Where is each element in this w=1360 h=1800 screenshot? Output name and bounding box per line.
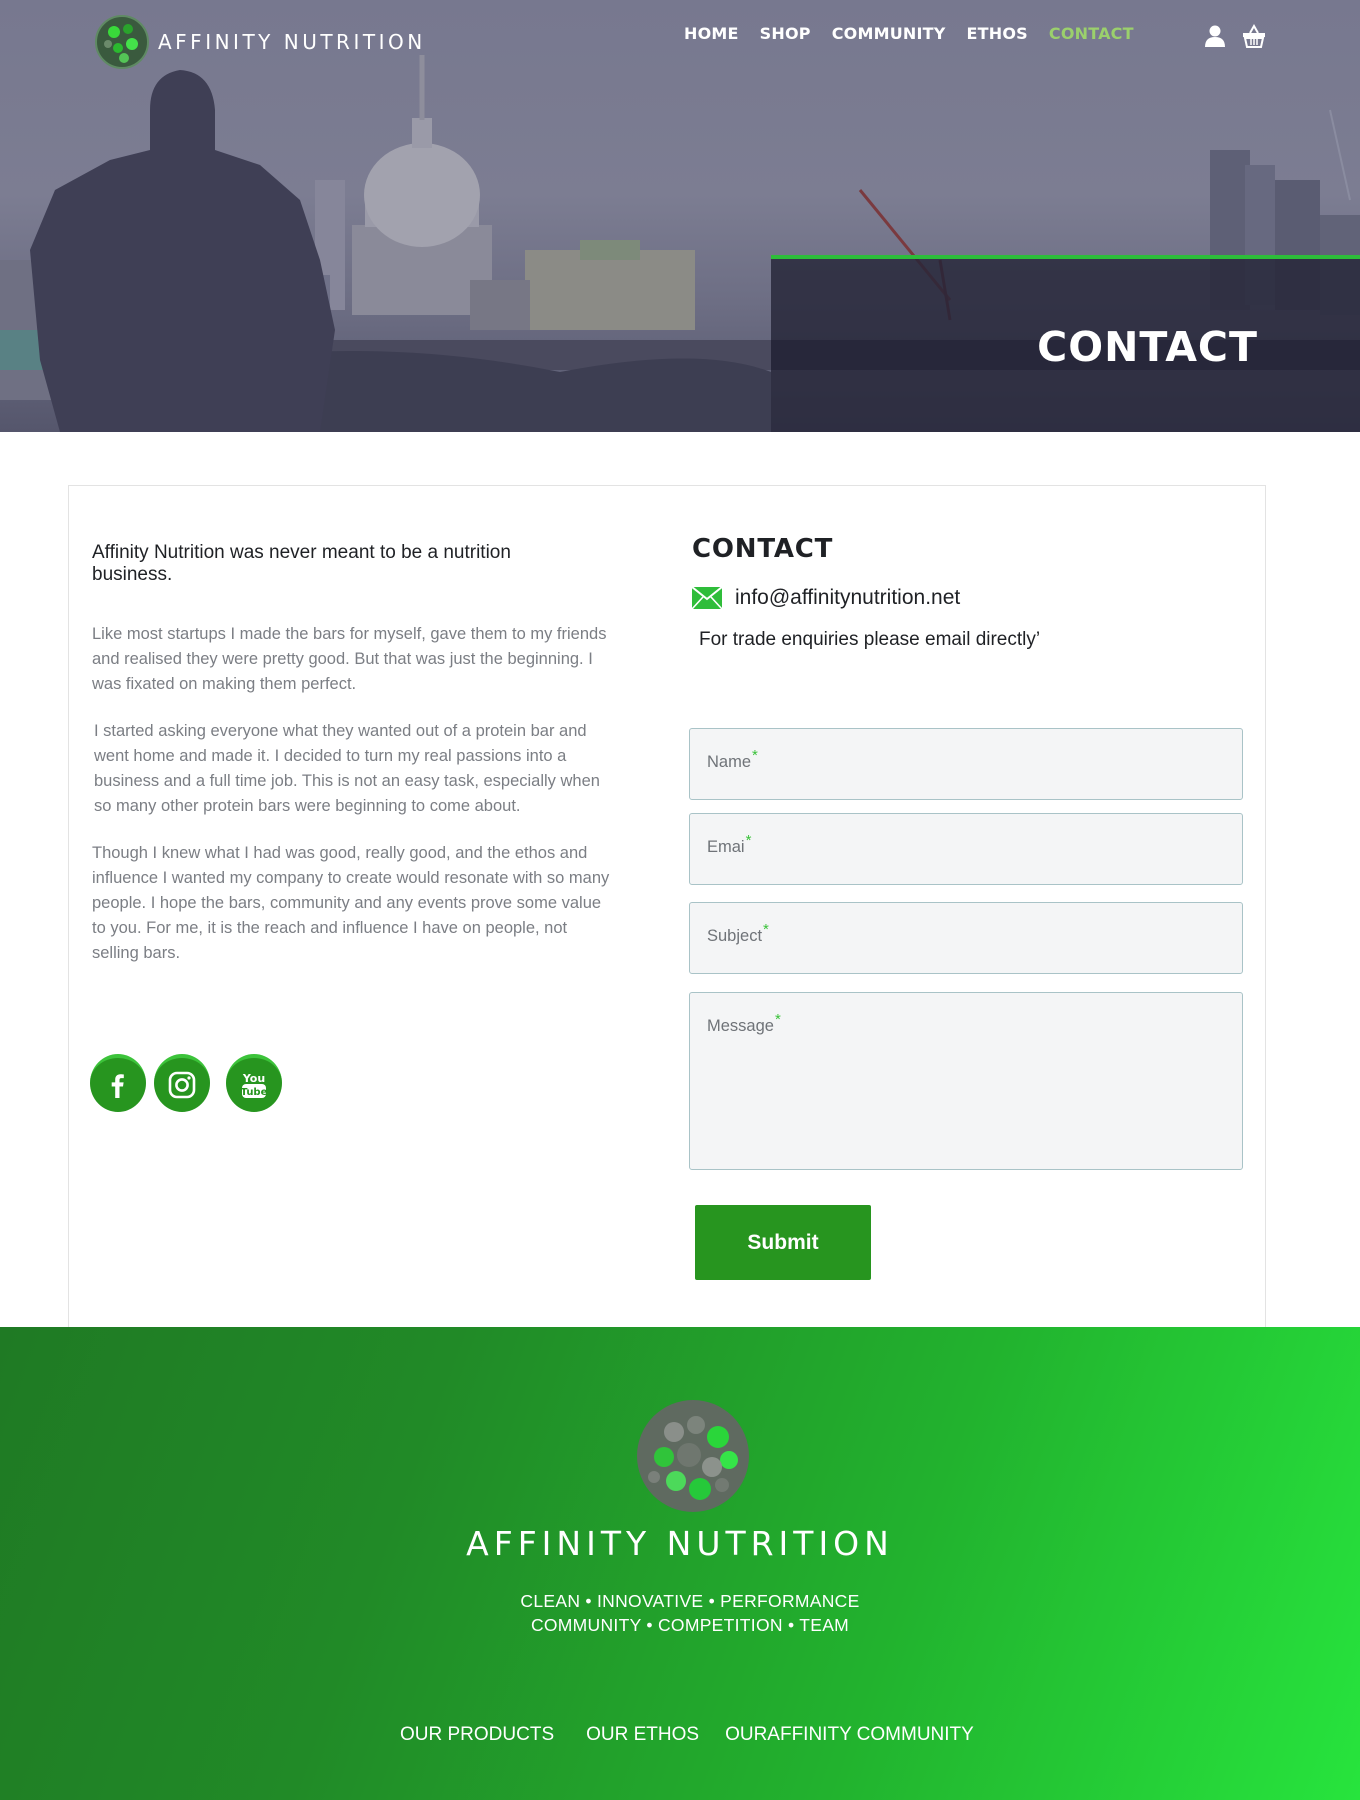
about-paragraph: I started asking everyone what they want…: [94, 722, 600, 815]
envelope-icon: [692, 587, 722, 609]
social-links: You Tube: [90, 1054, 290, 1112]
email-row[interactable]: info@affinitynutrition.net: [692, 586, 1249, 610]
instagram-button[interactable]: [154, 1054, 210, 1112]
footer-links: OUR PRODUCTS OUR ETHOS OURAFFINITY COMMU…: [400, 1724, 974, 1746]
footer-link-ethos[interactable]: OUR ETHOS: [586, 1724, 699, 1746]
svg-text:You: You: [242, 1072, 265, 1085]
about-intro: Affinity Nutrition was never meant to be…: [92, 542, 511, 585]
required-mark: *: [752, 747, 758, 764]
footer-tagline: COMMUNITY • COMPETITION • TEAM: [530, 1615, 850, 1635]
youtube-button[interactable]: You Tube: [226, 1054, 282, 1112]
message-field[interactable]: Message*: [689, 992, 1243, 1170]
brand-sphere-icon: [95, 15, 149, 69]
hero-banner: AFFINITY NUTRITION HOME SHOP COMMUNITY E…: [0, 0, 1360, 432]
contact-email[interactable]: info@affinitynutrition.net: [735, 586, 960, 610]
footer-link-products[interactable]: OUR PRODUCTS: [400, 1724, 554, 1746]
youtube-icon: You Tube: [241, 1072, 268, 1098]
basket-icon[interactable]: [1242, 24, 1266, 48]
footer-tagline: CLEAN • INNOVATIVE • PERFORMANCE: [520, 1591, 860, 1611]
required-mark: *: [763, 921, 769, 938]
required-mark: *: [745, 832, 752, 849]
name-field[interactable]: Name*: [689, 728, 1243, 800]
nav-community[interactable]: COMMUNITY: [832, 24, 946, 43]
name-placeholder: Name*: [707, 747, 758, 771]
brand-logo[interactable]: AFFINITY NUTRITION: [94, 14, 426, 70]
message-placeholder: Message*: [707, 1011, 781, 1035]
footer-brand-name: AFFINITY NUTRITION: [466, 1524, 894, 1563]
nav-contact[interactable]: CONTACT: [1049, 24, 1134, 43]
subject-field[interactable]: Subject*: [689, 902, 1243, 974]
user-icon[interactable]: [1203, 24, 1227, 48]
nav-home[interactable]: HOME: [684, 24, 739, 43]
site-footer: AFFINITY NUTRITION CLEAN • INNOVATIVE • …: [0, 1327, 1360, 1800]
submit-button[interactable]: Submit: [695, 1205, 871, 1280]
email-field[interactable]: Emai*: [689, 813, 1243, 885]
brand-name: AFFINITY NUTRITION: [158, 30, 426, 54]
hero-title-panel: CONTACT: [771, 255, 1360, 432]
subject-placeholder: Subject*: [707, 921, 769, 945]
top-navigation: AFFINITY NUTRITION HOME SHOP COMMUNITY E…: [0, 0, 1360, 74]
email-placeholder: Emai*: [707, 832, 752, 856]
footer-link-community[interactable]: OURAFFINITY COMMUNITY: [725, 1724, 974, 1746]
svg-text:Tube: Tube: [241, 1087, 268, 1098]
about-paragraph: Though I knew what I had was good, reall…: [92, 844, 610, 962]
instagram-icon: [168, 1071, 196, 1099]
required-mark: *: [774, 1011, 781, 1028]
brand-sphere-icon: [637, 1400, 749, 1512]
facebook-icon: [111, 1074, 124, 1098]
facebook-button[interactable]: [90, 1054, 146, 1112]
contact-section: CONTACT info@affinitynutrition.net For t…: [689, 534, 1249, 1280]
page-title: CONTACT: [1037, 323, 1258, 371]
main-menu: HOME SHOP COMMUNITY ETHOS CONTACT: [684, 24, 1155, 43]
nav-shop[interactable]: SHOP: [760, 24, 811, 43]
trade-enquiries-note: For trade enquiries please email directl…: [699, 629, 1041, 650]
about-section: Affinity Nutrition was never meant to be…: [92, 542, 622, 966]
nav-ethos[interactable]: ETHOS: [967, 24, 1028, 43]
contact-card: Affinity Nutrition was never meant to be…: [68, 485, 1266, 1328]
about-paragraph: Like most startups I made the bars for m…: [92, 625, 607, 693]
contact-heading: CONTACT: [692, 534, 834, 564]
